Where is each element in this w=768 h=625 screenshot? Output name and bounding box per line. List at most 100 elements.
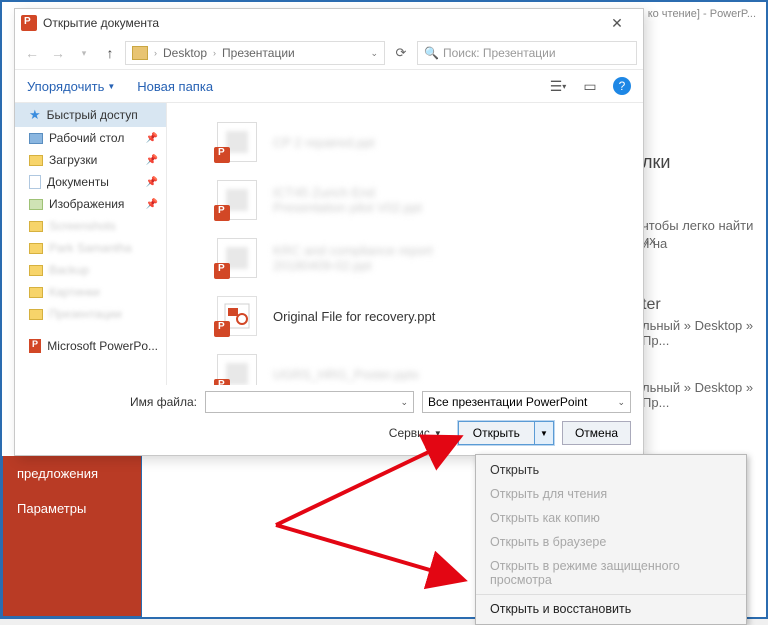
file-item[interactable]: CP 2 repaired.ppt — [217, 113, 643, 171]
sidebar-item[interactable]: Backup — [15, 259, 166, 281]
breadcrumb[interactable]: › Desktop › Презентации ⌄ — [125, 41, 385, 65]
dialog-toolbar: Упорядочить▼ Новая папка ☰▾ ▭ ? — [15, 69, 643, 103]
powerpoint-icon — [21, 15, 37, 31]
bg-heading: лки — [642, 152, 670, 173]
powerpoint-badge-icon — [214, 263, 230, 279]
chevron-down-icon[interactable]: ▾ — [73, 48, 95, 59]
chevron-right-icon: › — [154, 48, 157, 58]
screenshot-frame: ко чтение] - PowerP... лки чтобы легко н… — [0, 0, 768, 619]
sidebar-item-documents[interactable]: Документы📌 — [15, 171, 166, 193]
chevron-down-icon: ▼ — [434, 429, 442, 438]
new-folder-button[interactable]: Новая папка — [137, 79, 213, 94]
sidebar-item[interactable]: Screenshots — [15, 215, 166, 237]
pin-icon: 📌 — [146, 155, 158, 166]
menu-item-open-copy[interactable]: Открыть как копию — [476, 506, 746, 530]
view-options-icon[interactable]: ☰▾ — [549, 77, 567, 95]
folder-icon — [29, 265, 43, 276]
file-name: Original File for recovery.ppt — [273, 309, 435, 324]
nav-item-options[interactable]: Параметры — [3, 491, 141, 526]
dialog-navbar: ← → ▾ ↑ › Desktop › Презентации ⌄ ⟳ 🔍 По… — [15, 37, 643, 69]
backstage-nav: предложения Параметры — [2, 456, 142, 617]
powerpoint-badge-icon — [214, 321, 230, 337]
bg-path: льный » Desktop » Пр... — [642, 318, 766, 348]
file-thumb-icon — [217, 238, 257, 278]
file-item[interactable]: KRC and compliance report20180409-02.ppt — [217, 229, 643, 287]
menu-item-open-browser[interactable]: Открыть в браузере — [476, 530, 746, 554]
folder-icon — [29, 221, 43, 232]
close-icon[interactable]: ✕ — [597, 15, 637, 32]
sidebar-item[interactable]: Park Samantha — [15, 237, 166, 259]
sidebar-item-downloads[interactable]: Загрузки📌 — [15, 149, 166, 171]
dialog-titlebar: Открытие документа ✕ — [15, 9, 643, 37]
preview-pane-icon[interactable]: ▭ — [581, 77, 599, 95]
bg-text: и на — [642, 236, 667, 251]
menu-item-open[interactable]: Открыть — [476, 458, 746, 482]
chevron-down-icon: ⌄ — [400, 397, 408, 408]
sidebar-item-quick-access[interactable]: ★ Быстрый доступ — [15, 103, 166, 127]
powerpoint-badge-icon — [214, 147, 230, 163]
image-icon — [29, 199, 43, 210]
file-item[interactable]: ICT45 Zurich EndPresentation pilot V02.p… — [217, 171, 643, 229]
file-open-dialog: Открытие документа ✕ ← → ▾ ↑ › Desktop ›… — [14, 8, 644, 456]
menu-item-open-protected[interactable]: Открыть в режиме защищенного просмотра — [476, 554, 746, 592]
folder-icon — [29, 243, 43, 254]
back-icon[interactable]: ← — [21, 45, 43, 61]
chevron-down-icon[interactable]: ⌄ — [370, 48, 378, 59]
star-icon: ★ — [29, 107, 41, 123]
bg-heading: ter — [642, 296, 661, 314]
up-icon[interactable]: ↑ — [99, 45, 121, 61]
menu-item-open-readonly[interactable]: Открыть для чтения — [476, 482, 746, 506]
filename-label: Имя файла: — [27, 395, 197, 409]
powerpoint-badge-icon — [214, 379, 230, 385]
breadcrumb-seg[interactable]: Desktop — [163, 46, 207, 60]
open-split-button[interactable]: Открыть ▼ — [458, 421, 554, 445]
dialog-footer: Имя файла: ⌄ Все презентации PowerPoint⌄… — [15, 385, 643, 455]
sidebar-item[interactable]: Презентации — [15, 303, 166, 325]
search-icon: 🔍 — [424, 46, 439, 60]
chevron-down-icon: ▼ — [107, 82, 115, 91]
dialog-title: Открытие документа — [43, 16, 159, 30]
organize-button[interactable]: Упорядочить▼ — [27, 79, 115, 94]
nav-item[interactable]: предложения — [3, 456, 141, 491]
file-item[interactable]: UGRS_HRG_Poster.pptx — [217, 345, 643, 385]
sidebar-item[interactable]: Картинки — [15, 281, 166, 303]
file-type-filter[interactable]: Все презентации PowerPoint⌄ — [422, 391, 631, 413]
sidebar-item-pictures[interactable]: Изображения📌 — [15, 193, 166, 215]
bg-window-title: ко чтение] - PowerP... — [648, 8, 756, 20]
dialog-sidebar: ★ Быстрый доступ Рабочий стол📌 Загрузки📌… — [15, 103, 167, 385]
search-input[interactable]: 🔍 Поиск: Презентации — [417, 41, 637, 65]
help-icon[interactable]: ? — [613, 77, 631, 95]
desktop-icon — [29, 133, 43, 144]
sidebar-item-powerpoint[interactable]: Microsoft PowerPo... — [15, 335, 166, 357]
forward-icon: → — [47, 45, 69, 61]
open-dropdown-menu: Открыть Открыть для чтения Открыть как к… — [475, 454, 747, 625]
pin-icon: 📌 — [146, 199, 158, 210]
tools-button[interactable]: Сервис▼ — [389, 426, 442, 440]
folder-icon — [29, 309, 43, 320]
file-thumb-icon — [217, 296, 257, 336]
open-dropdown-icon[interactable]: ▼ — [535, 422, 553, 444]
sidebar-item-desktop[interactable]: Рабочий стол📌 — [15, 127, 166, 149]
refresh-icon[interactable]: ⟳ — [389, 45, 413, 61]
chevron-right-icon: › — [213, 48, 216, 58]
file-thumb-icon — [217, 180, 257, 220]
breadcrumb-seg[interactable]: Презентации — [222, 46, 295, 60]
powerpoint-icon — [29, 339, 41, 353]
pin-icon: 📌 — [146, 177, 158, 188]
filename-input[interactable]: ⌄ — [205, 391, 414, 413]
folder-icon — [29, 287, 43, 298]
folder-icon — [132, 46, 148, 60]
open-button[interactable]: Открыть — [459, 422, 535, 444]
bg-path: льный » Desktop » Пр... — [642, 380, 766, 410]
folder-icon — [29, 155, 43, 166]
cancel-button[interactable]: Отмена — [562, 421, 631, 445]
pin-icon: 📌 — [146, 133, 158, 144]
menu-item-open-repair[interactable]: Открыть и восстановить — [476, 594, 746, 621]
file-list[interactable]: CP 2 repaired.ppt ICT45 Zurich EndPresen… — [167, 103, 643, 385]
search-placeholder: Поиск: Презентации — [443, 46, 556, 60]
file-item[interactable]: Original File for recovery.ppt — [217, 287, 643, 345]
file-thumb-icon — [217, 354, 257, 385]
chevron-down-icon: ⌄ — [617, 397, 625, 408]
document-icon — [29, 175, 41, 189]
file-thumb-icon — [217, 122, 257, 162]
